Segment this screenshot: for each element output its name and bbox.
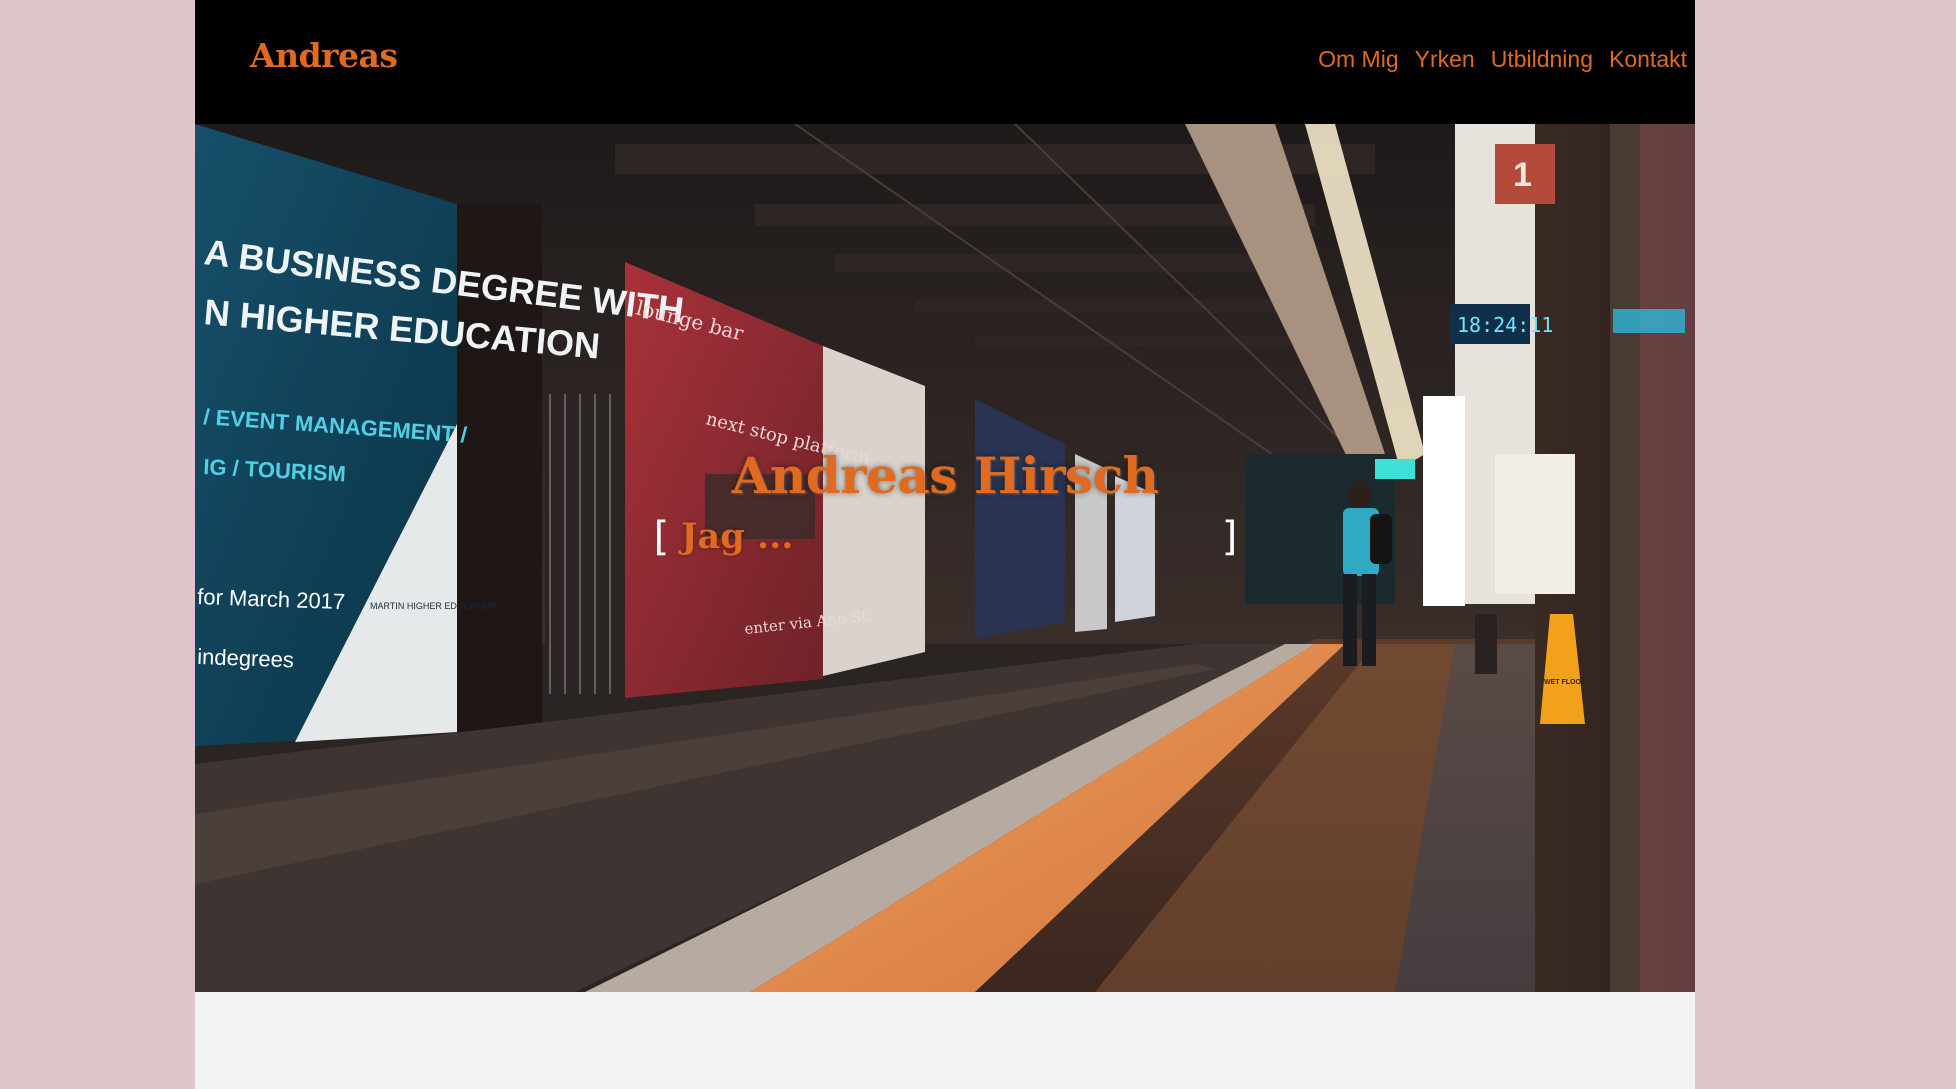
svg-text:WET FLOOR: WET FLOOR (1544, 679, 1586, 686)
main-nav: Om Mig Yrken Utbildning Kontakt (1318, 46, 1687, 73)
svg-text:MARTIN HIGHER EDUCATION: MARTIN HIGHER EDUCATION (370, 601, 497, 611)
site-header: Andreas Om Mig Yrken Utbildning Kontakt (195, 0, 1695, 124)
nav-item-utbildning[interactable]: Utbildning (1491, 46, 1593, 73)
bracket-left: [ (648, 514, 673, 560)
svg-text:for March 2017: for March 2017 (197, 584, 346, 614)
nav-item-om-mig[interactable]: Om Mig (1318, 46, 1399, 73)
nav-item-kontakt[interactable]: Kontakt (1609, 46, 1687, 73)
svg-text:indegrees: indegrees (197, 644, 294, 672)
brand-logo[interactable]: Andreas (250, 36, 398, 75)
svg-text:18:24:11: 18:24:11 (1457, 313, 1553, 337)
content-area (195, 992, 1695, 1089)
hero-section: A BUSINESS DEGREE WITH N HIGHER EDUCATIO… (195, 124, 1695, 992)
nav-item-yrken[interactable]: Yrken (1415, 46, 1475, 73)
page-container: Andreas Om Mig Yrken Utbildning Kontakt (195, 0, 1695, 1089)
typed-text: Jag ... (681, 516, 794, 557)
typed-tagline: [ Jag ... ] (648, 514, 1243, 560)
svg-text:1: 1 (1513, 156, 1532, 194)
bracket-right: ] (1218, 514, 1243, 560)
hero-title: Andreas Hirsch (731, 446, 1159, 505)
